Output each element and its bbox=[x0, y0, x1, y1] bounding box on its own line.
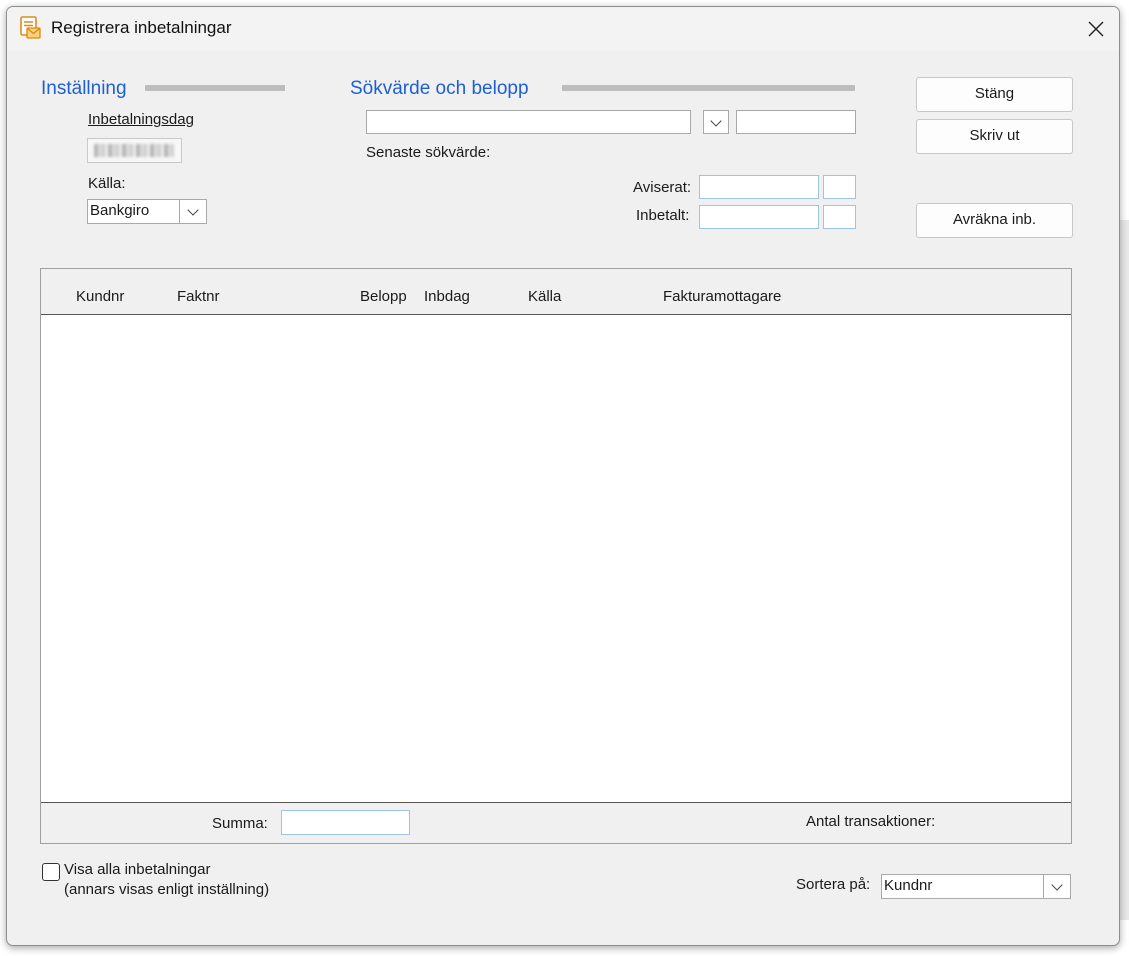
search-value-input[interactable] bbox=[366, 110, 691, 134]
show-all-label-text: Visa alla inbetalningar bbox=[64, 861, 211, 878]
search-section-title: Sökvärde och belopp bbox=[350, 78, 529, 99]
settle-payments-button[interactable]: Avräkna inb. bbox=[916, 203, 1073, 238]
search-dropdown-button[interactable] bbox=[703, 110, 729, 134]
notified-amount-field[interactable] bbox=[699, 175, 819, 199]
source-label: Källa: bbox=[88, 175, 126, 192]
background-app bbox=[1119, 220, 1129, 920]
column-payment-date[interactable]: Inbdag bbox=[424, 288, 470, 305]
payment-date-field[interactable] bbox=[87, 138, 182, 163]
settings-section-title: Inställning bbox=[41, 78, 127, 99]
close-window-button[interactable] bbox=[1073, 7, 1119, 51]
column-invoice-no[interactable]: Faktnr bbox=[177, 288, 220, 305]
sum-field[interactable] bbox=[281, 810, 410, 835]
source-select[interactable]: Bankgiro bbox=[87, 199, 207, 224]
chevron-down-icon bbox=[187, 204, 199, 216]
payments-list[interactable]: Kundnr Faktnr Belopp Inbdag Källa Faktur… bbox=[40, 268, 1072, 844]
column-source[interactable]: Källa bbox=[528, 288, 561, 305]
source-dropdown-button[interactable] bbox=[179, 200, 206, 223]
redacted-date bbox=[94, 144, 174, 157]
close-button-label: Stäng bbox=[974, 85, 1015, 102]
title-bar[interactable]: Registrera inbetalningar bbox=[7, 7, 1119, 51]
column-amount[interactable]: Belopp bbox=[360, 288, 407, 305]
print-button-label: Skriv ut bbox=[969, 127, 1020, 144]
sum-label: Summa: bbox=[212, 815, 268, 832]
window-title: Registrera inbetalningar bbox=[51, 18, 232, 37]
sort-dropdown-button[interactable] bbox=[1043, 875, 1070, 898]
notified-label: Aviserat: bbox=[633, 179, 692, 196]
payment-date-label: Inbetalningsdag bbox=[88, 111, 194, 128]
paid-label: Inbetalt: bbox=[636, 207, 690, 224]
amount-input[interactable] bbox=[736, 110, 856, 134]
show-all-note: (annars visas enligt inställning) bbox=[64, 881, 270, 898]
print-button[interactable]: Skriv ut bbox=[916, 119, 1073, 154]
source-value: Bankgiro bbox=[90, 202, 150, 219]
list-body[interactable] bbox=[41, 315, 1071, 803]
sort-select[interactable]: Kundnr bbox=[881, 874, 1071, 899]
dialog-window: Registrera inbetalningar Inställning Inb… bbox=[6, 6, 1120, 946]
settings-section-rule bbox=[145, 85, 285, 91]
paid-count-field[interactable] bbox=[823, 205, 856, 229]
show-all-label[interactable]: Visa alla inbetalningar bbox=[64, 861, 211, 878]
close-button[interactable]: Stäng bbox=[916, 77, 1073, 112]
settle-button-label: Avräkna inb. bbox=[952, 211, 1037, 228]
close-icon bbox=[1088, 21, 1104, 37]
list-header: Kundnr Faktnr Belopp Inbdag Källa Faktur… bbox=[41, 269, 1071, 315]
sort-label: Sortera på: bbox=[796, 876, 871, 893]
transactions-count-label: Antal transaktioner: bbox=[806, 813, 936, 830]
search-section-rule bbox=[562, 85, 855, 91]
notified-count-field[interactable] bbox=[823, 175, 856, 199]
show-all-checkbox[interactable] bbox=[42, 863, 60, 881]
sort-value: Kundnr bbox=[884, 877, 933, 894]
payment-date-label-text: Inbetalningsdag bbox=[88, 111, 194, 128]
chevron-down-icon bbox=[1051, 879, 1063, 891]
column-invoice-recipient[interactable]: Fakturamottagare bbox=[663, 288, 781, 305]
paid-amount-field[interactable] bbox=[699, 205, 819, 229]
column-customer-no[interactable]: Kundnr bbox=[76, 288, 124, 305]
invoice-mail-icon bbox=[20, 16, 41, 39]
last-search-label: Senaste sökvärde: bbox=[366, 144, 491, 161]
chevron-down-icon bbox=[710, 115, 722, 127]
